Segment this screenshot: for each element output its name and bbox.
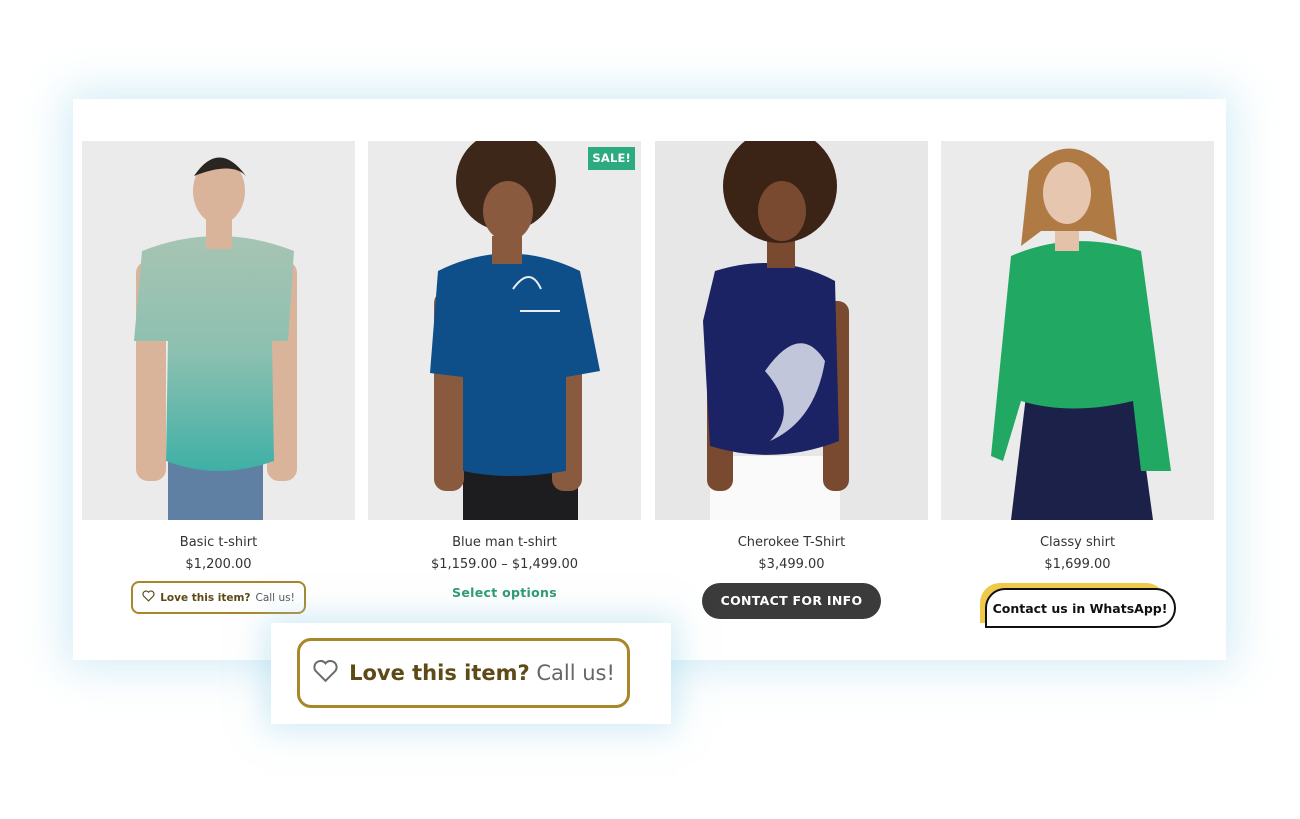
product-image-blue-man-tshirt[interactable]: SALE!: [368, 141, 641, 520]
product-price: $1,699.00: [1044, 557, 1111, 572]
whatsapp-button-wrapper: Contact us in WhatsApp!: [979, 583, 1176, 629]
love-label-rest: Call us!: [536, 661, 615, 685]
product-price-range: $1,159.00 – $1,499.00: [430, 557, 579, 572]
product-card-blue-man-tshirt: SALE! Blue man t-shirt $1,159.00 – $1,49…: [368, 141, 641, 601]
love-label-rest: Call us!: [255, 591, 295, 604]
product-price: $3,499.00: [758, 557, 825, 572]
product-image-basic-tshirt[interactable]: [82, 141, 355, 520]
product-name[interactable]: Cherokee T-Shirt: [655, 534, 928, 551]
product-price: $1,200.00: [185, 557, 252, 572]
product-card-basic-tshirt: Basic t-shirt $1,200.00 Love this item? …: [82, 141, 355, 614]
contact-for-info-button[interactable]: CONTACT FOR INFO: [701, 583, 882, 619]
product-name[interactable]: Blue man t-shirt: [368, 534, 641, 551]
select-options-link[interactable]: Select options: [452, 585, 557, 600]
product-name[interactable]: Classy shirt: [941, 534, 1214, 551]
love-label-strong: Love this item?: [160, 591, 251, 604]
product-card-cherokee-tshirt: Cherokee T-Shirt $3,499.00 CONTACT FOR I…: [655, 141, 928, 619]
love-this-item-call-button[interactable]: Love this item? Call us!: [131, 581, 306, 614]
contact-whatsapp-button[interactable]: Contact us in WhatsApp!: [984, 588, 1176, 628]
product-card-classy-shirt: Classy shirt $1,699.00 Contact us in Wha…: [941, 141, 1214, 633]
zoomed-button-preview: Love this item? Call us!: [271, 623, 671, 724]
product-name[interactable]: Basic t-shirt: [82, 534, 355, 551]
product-image-classy-shirt[interactable]: [941, 141, 1214, 520]
heart-outline-icon: [312, 659, 339, 688]
love-this-item-call-button-zoomed[interactable]: Love this item? Call us!: [297, 638, 630, 708]
love-label-strong: Love this item?: [349, 661, 530, 685]
sale-badge: SALE!: [588, 147, 635, 170]
product-image-cherokee-tshirt[interactable]: [655, 141, 928, 520]
heart-outline-icon: [142, 590, 155, 605]
